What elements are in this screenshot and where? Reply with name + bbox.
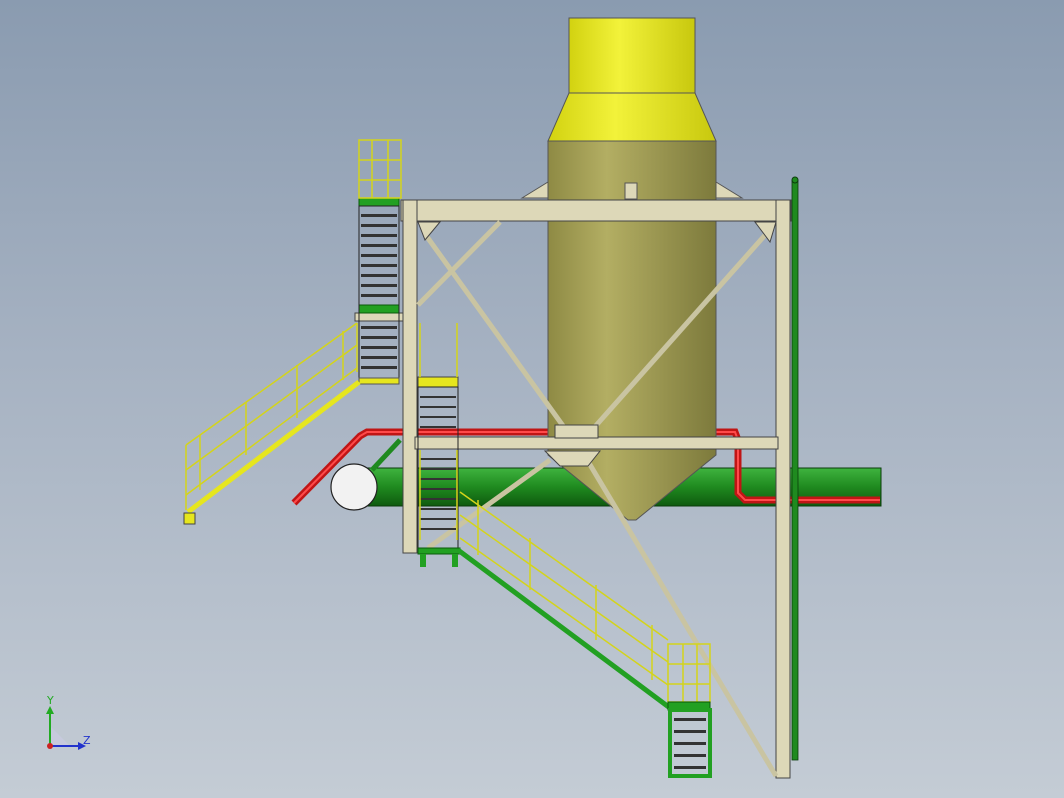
vessel-top-section[interactable] [547, 17, 717, 142]
cad-model-scene[interactable] [0, 0, 1064, 798]
axis-triad: Y Z [40, 694, 100, 758]
y-axis-label: Y [47, 694, 54, 707]
lower-stair[interactable] [456, 491, 712, 778]
model-viewport[interactable]: Y Z [0, 0, 1064, 798]
axis-triad-graphic [46, 706, 86, 750]
upper-ladder[interactable] [358, 139, 402, 385]
vertical-green-pipe[interactable] [791, 176, 799, 761]
z-axis-label: Z [83, 734, 91, 747]
vessel-body[interactable] [520, 140, 744, 521]
